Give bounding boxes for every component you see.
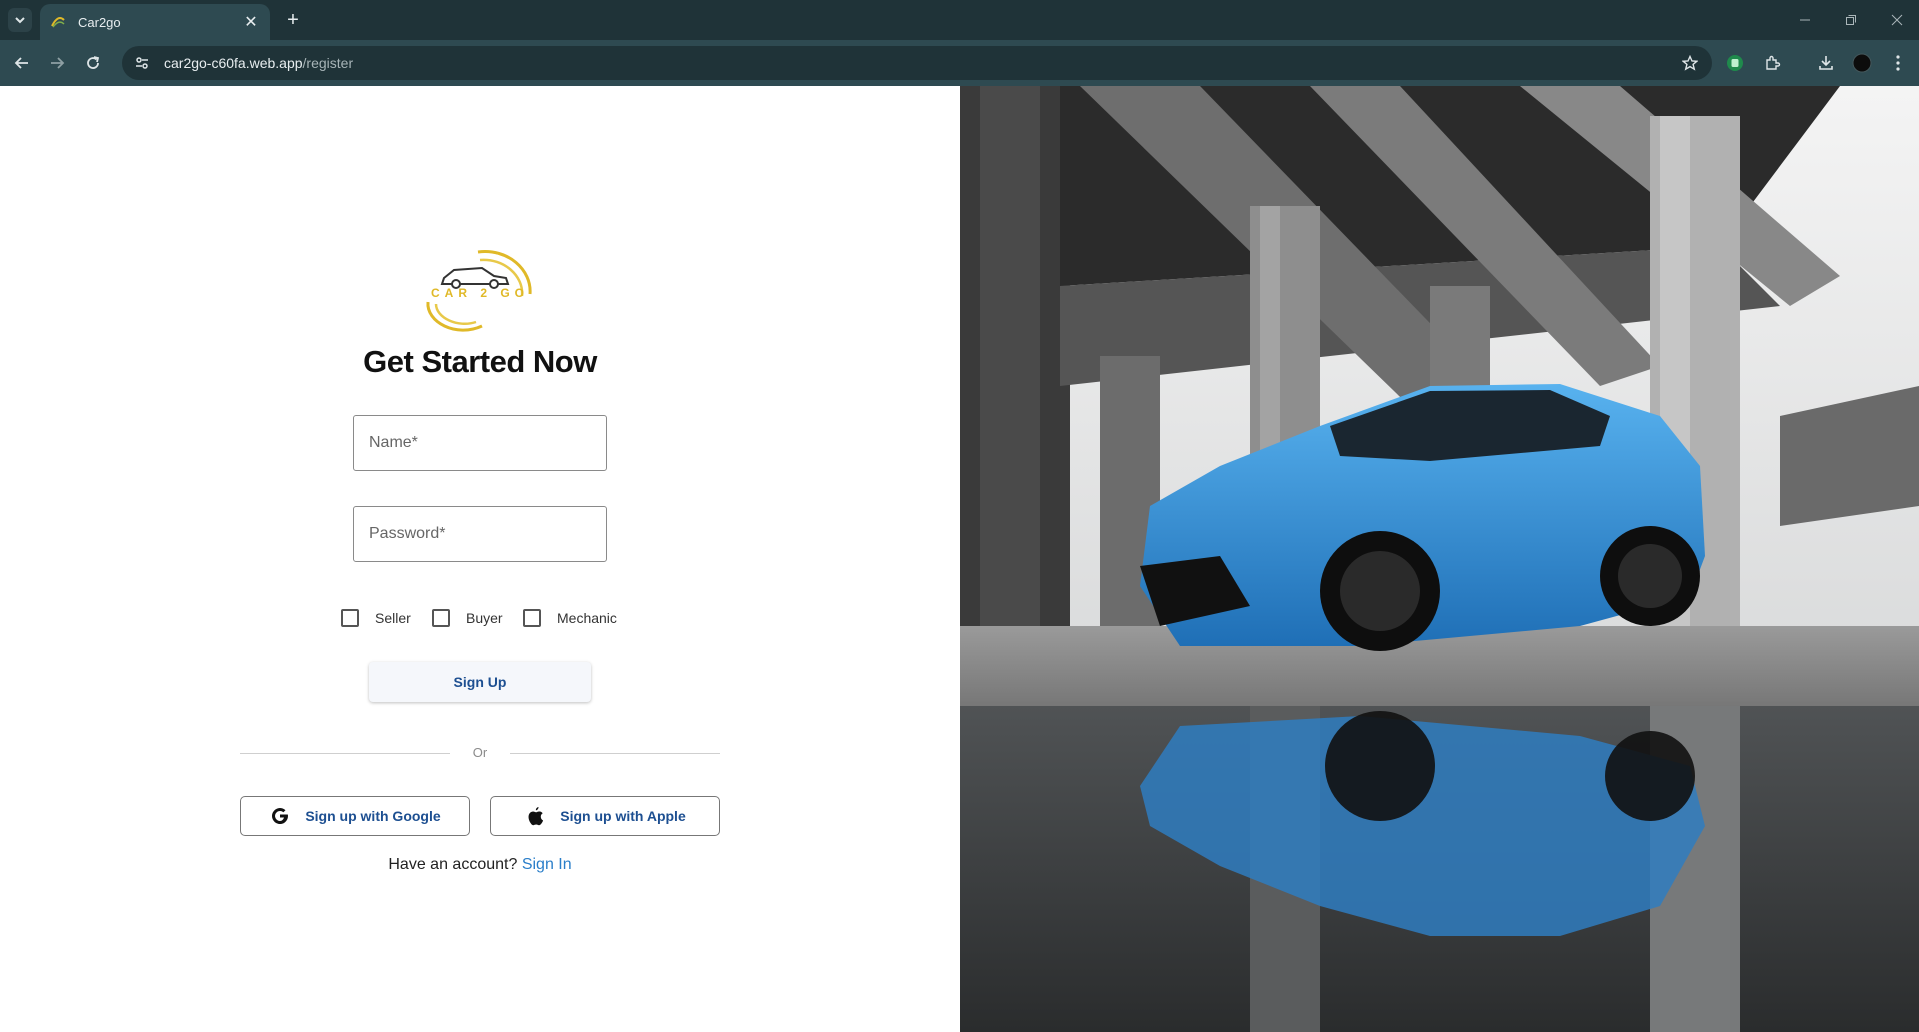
address-bar[interactable]: car2go-c60fa.web.app/register [122,46,1712,80]
minimize-icon [1800,19,1810,21]
hero-illustration [960,86,1919,1032]
logo-text: CAR 2 GO [430,286,529,300]
divider-or-text: Or [472,745,488,760]
hero-car-image [960,86,1919,1032]
sign-in-link[interactable]: Sign In [522,856,572,873]
google-icon [269,805,291,827]
name-input[interactable] [354,416,606,470]
new-tab-button[interactable]: + [282,9,304,31]
arrow-right-icon [51,57,65,69]
seller-label: Seller [375,610,411,626]
minimize-button[interactable] [1790,9,1820,31]
close-window-button[interactable] [1882,9,1912,31]
profile-avatar[interactable] [1851,52,1873,74]
kebab-icon[interactable] [1887,52,1909,74]
divider-line-right [510,753,720,754]
browser-tab-strip: Car2go ✕ + [0,0,1919,40]
restore-button[interactable] [1836,9,1866,31]
tab-title: Car2go [78,14,121,30]
buyer-label: Buyer [466,610,503,626]
google-signup-button[interactable]: Sign up with Google [240,796,470,836]
close-icon [1891,14,1903,26]
apple-icon [524,805,546,827]
chevron-down-icon [15,17,25,24]
password-input[interactable] [354,507,606,561]
back-button[interactable] [10,51,34,75]
have-account-text: Have an account? [388,856,518,873]
reload-icon [87,56,100,69]
reload-button[interactable] [81,51,105,75]
name-field[interactable] [353,415,607,471]
car2go-logo: CAR 2 GO [420,246,540,332]
url-text: car2go-c60fa.web.app/register [164,55,353,71]
role-seller[interactable]: Seller [341,606,411,630]
restore-icon [1846,15,1856,25]
sign-up-button[interactable]: Sign Up [369,662,591,702]
puzzle-icon[interactable] [1762,52,1784,74]
password-field[interactable] [353,506,607,562]
site-info-icon[interactable] [132,53,152,73]
download-icon[interactable] [1815,52,1837,74]
tab-search-button[interactable] [8,8,32,32]
star-icon[interactable] [1680,53,1700,73]
car2go-favicon-icon [50,14,66,30]
page-title: Get Started Now [363,344,597,379]
divider-line-left [240,753,450,754]
buyer-checkbox[interactable] [432,609,450,627]
seller-checkbox[interactable] [341,609,359,627]
apple-signup-button[interactable]: Sign up with Apple [490,796,720,836]
role-mechanic[interactable]: Mechanic [523,606,617,630]
forward-button[interactable] [45,51,69,75]
mechanic-label: Mechanic [557,610,617,626]
mechanic-checkbox[interactable] [523,609,541,627]
browser-tab[interactable]: Car2go ✕ [40,4,270,40]
register-page: CAR 2 GO Get Started Now Seller Buyer Me… [0,86,1919,1032]
extension-shield-icon[interactable] [1724,52,1746,74]
register-form-panel: CAR 2 GO Get Started Now Seller Buyer Me… [0,86,960,1032]
browser-toolbar: car2go-c60fa.web.app/register [0,40,1919,86]
arrow-left-icon [14,57,28,69]
sign-in-prompt: Have an account? Sign In [280,856,680,874]
url-host: car2go-c60fa.web.app [164,55,303,71]
google-signup-label: Sign up with Google [305,808,441,824]
url-path: /register [302,55,354,71]
tab-close-icon[interactable]: ✕ [242,13,260,31]
role-buyer[interactable]: Buyer [432,606,503,630]
apple-signup-label: Sign up with Apple [560,808,686,824]
